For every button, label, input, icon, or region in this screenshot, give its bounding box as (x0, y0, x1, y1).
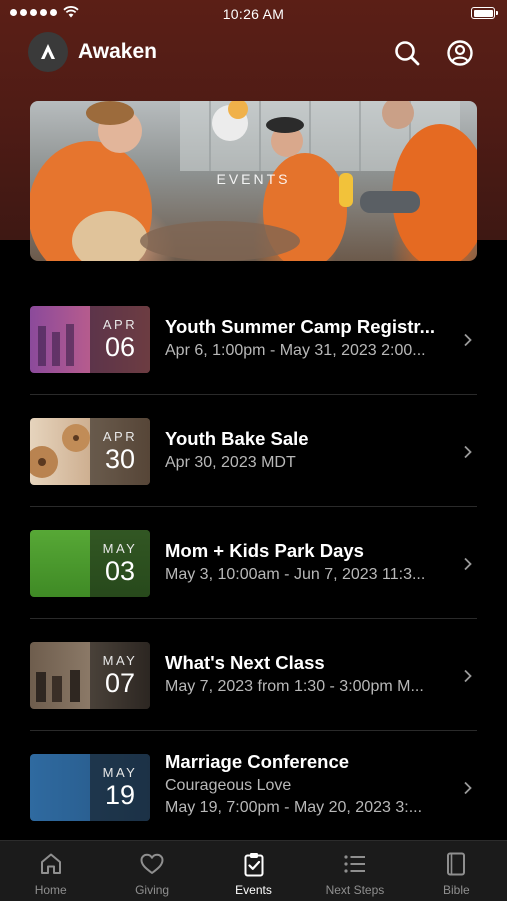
tab-giving[interactable]: Giving (101, 841, 202, 901)
chevron-right-icon (464, 781, 472, 795)
date-day: 07 (104, 667, 136, 698)
event-title: What's Next Class (165, 652, 325, 673)
status-time: 10:26 AM (222, 6, 285, 22)
book-icon (447, 852, 466, 876)
tab-label: Home (34, 883, 67, 897)
list-icon (344, 855, 365, 873)
tab-label: Bible (442, 883, 470, 897)
date-day: 19 (104, 779, 136, 810)
event-title: Youth Bake Sale (165, 428, 309, 449)
event-subtitle: Courageous Love (165, 777, 292, 794)
app-header: Awaken (0, 30, 507, 76)
date-badge: APR 30 (90, 418, 150, 485)
date-month: MAY (102, 652, 138, 668)
list-item[interactable]: APR 30 Youth Bake Sale Apr 30, 2023 MDT (30, 395, 477, 507)
date-day: 06 (104, 331, 136, 362)
hero-label: EVENTS (216, 171, 291, 187)
date-month: APR (102, 316, 138, 332)
heart-icon (140, 853, 164, 874)
event-thumbnail: MAY 03 (30, 530, 150, 597)
event-thumbnail: MAY 19 (30, 754, 150, 821)
event-title: Marriage Conference (165, 751, 350, 772)
chevron-right-icon (464, 557, 472, 571)
signal-indicator (10, 6, 79, 18)
event-thumbnail: APR 30 (30, 418, 150, 485)
clipboard-check-icon (244, 853, 264, 877)
list-item[interactable]: MAY 03 Mom + Kids Park Days May 3, 10:00… (30, 507, 477, 619)
date-day: 03 (104, 555, 136, 586)
event-title: Youth Summer Camp Registr... (165, 316, 436, 337)
date-month: MAY (102, 764, 138, 780)
event-list: APR 06 Youth Summer Camp Registr... Apr … (0, 283, 507, 842)
date-badge: MAY 07 (90, 642, 150, 709)
tab-label: Giving (135, 883, 170, 897)
tab-events[interactable]: Events (203, 841, 304, 901)
chevron-right-icon (464, 669, 472, 683)
events-hero-banner: EVENTS (30, 101, 477, 261)
app-title: Awaken (78, 40, 157, 63)
event-title: Mom + Kids Park Days (165, 540, 364, 561)
search-icon[interactable] (392, 38, 422, 68)
event-subtitle: Apr 6, 1:00pm - May 31, 2023 2:00... (165, 342, 426, 359)
account-icon[interactable] (445, 38, 475, 68)
event-thumbnail: APR 06 (30, 306, 150, 373)
tab-label: Events (235, 883, 272, 897)
list-item[interactable]: MAY 07 What's Next Class May 7, 2023 fro… (30, 619, 477, 731)
date-day: 30 (104, 443, 136, 474)
date-badge: MAY 03 (90, 530, 150, 597)
event-subtitle: May 3, 10:00am - Jun 7, 2023 11:3... (165, 566, 426, 583)
event-subtitle: Apr 30, 2023 MDT (165, 454, 296, 471)
date-month: MAY (102, 540, 138, 556)
date-badge: MAY 19 (90, 754, 150, 821)
signal-dots-icon (10, 8, 57, 16)
tab-label: Next Steps (325, 883, 385, 897)
event-subtitle: May 7, 2023 from 1:30 - 3:00pm M... (165, 678, 424, 695)
tab-bar: Home Giving Events Next Steps Bible (0, 840, 507, 901)
event-thumbnail: MAY 07 (30, 642, 150, 709)
date-month: APR (102, 428, 138, 444)
tab-next-steps[interactable]: Next Steps (304, 841, 405, 901)
status-bar: 10:26 AM (0, 0, 507, 28)
tab-bible[interactable]: Bible (406, 841, 507, 901)
list-item[interactable]: APR 06 Youth Summer Camp Registr... Apr … (30, 283, 477, 395)
battery-icon (471, 7, 498, 19)
home-icon (40, 853, 61, 874)
event-date: May 19, 7:00pm - May 20, 2023 3:... (165, 799, 423, 816)
tab-home[interactable]: Home (0, 841, 101, 901)
chevron-right-icon (464, 333, 472, 347)
awaken-logo-icon[interactable] (28, 32, 68, 72)
date-badge: APR 06 (90, 306, 150, 373)
list-item[interactable]: MAY 19 Marriage Conference Courageous Lo… (30, 731, 477, 842)
wifi-icon (63, 6, 79, 18)
chevron-right-icon (464, 445, 472, 459)
